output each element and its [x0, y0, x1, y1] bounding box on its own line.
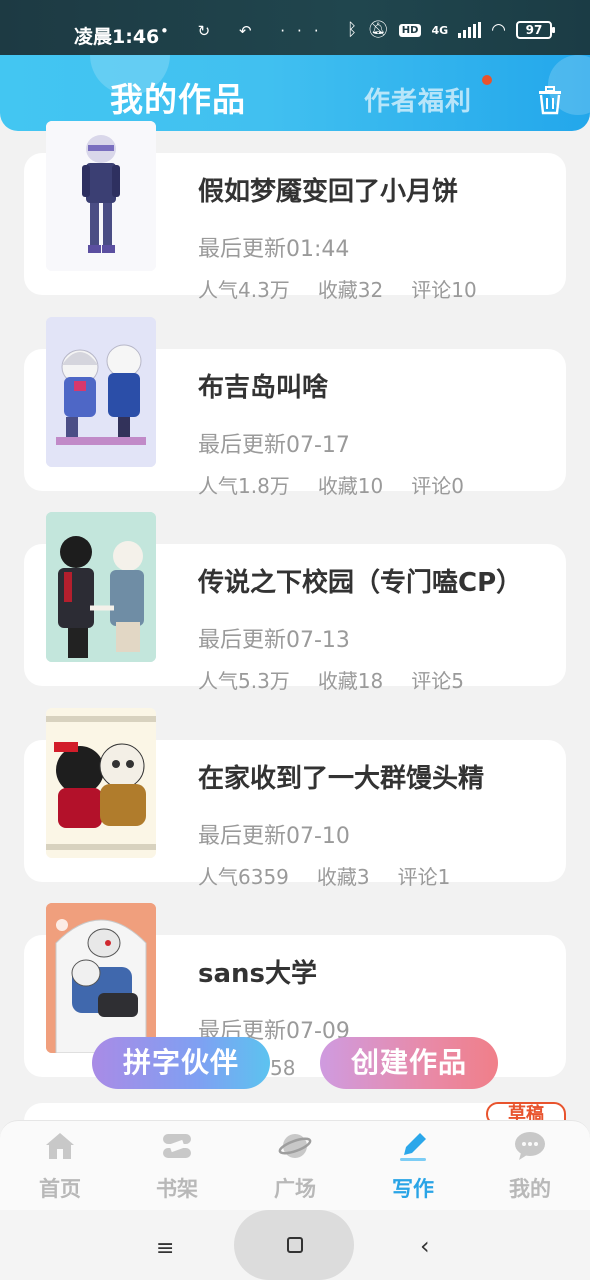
notification-dot	[482, 75, 492, 85]
nav-home[interactable]: 首页	[20, 1129, 100, 1203]
nav-label: 首页	[39, 1177, 81, 1201]
nav-label: 写作	[392, 1177, 434, 1201]
system-nav-bar: ≡ ‹	[0, 1210, 590, 1280]
nav-label: 广场	[274, 1177, 316, 1201]
favorites-count: 收藏3	[316, 865, 370, 889]
work-updated: 最后更新01:44	[198, 237, 350, 262]
chat-bubble-icon	[515, 1132, 545, 1160]
work-title: 布吉岛叫啥	[198, 373, 329, 403]
hd-icon: HD	[398, 23, 422, 37]
work-cover-image	[46, 121, 156, 271]
home-button-icon[interactable]	[287, 1237, 303, 1253]
work-stats: 58	[270, 1056, 295, 1080]
nav-label: 书架	[156, 1177, 198, 1201]
work-title: 传说之下校园（专门嗑CP）	[198, 568, 523, 598]
work-updated: 最后更新07-17	[198, 433, 350, 458]
create-work-button[interactable]: 创建作品	[320, 1037, 498, 1089]
work-title: 在家收到了一大群馒头精	[198, 764, 485, 794]
work-updated: 最后更新07-13	[198, 628, 350, 653]
menu-icon[interactable]: ≡	[156, 1236, 174, 1261]
bluetooth-icon: ᛒ	[347, 20, 358, 40]
popularity-count: 人气5.3万	[198, 669, 290, 693]
author-perks-tab[interactable]: 作者福利	[364, 81, 472, 118]
notification-icons: • ↻ ↶ ···	[160, 22, 331, 40]
work-cover-image	[46, 903, 156, 1053]
comments-count: 评论10	[411, 278, 477, 302]
pen-icon	[400, 1133, 426, 1161]
work-cover-image	[46, 317, 156, 467]
nav-write[interactable]: 写作	[373, 1129, 453, 1203]
work-stats: 人气6359 收藏3 评论1	[198, 861, 450, 890]
bookshelf-icon	[163, 1134, 191, 1158]
nav-square[interactable]: 广场	[255, 1129, 335, 1203]
system-icons: ᛒ 🔕︎ HD 4G ◠ 97	[347, 20, 555, 40]
status-time: 凌晨1:46	[74, 26, 160, 48]
work-stats: 人气4.3万 收藏32 评论10	[198, 274, 477, 303]
popularity-count: 人气4.3万	[198, 278, 290, 302]
work-stats: 人气1.8万 收藏10 评论0	[198, 470, 464, 499]
work-title: 假如梦魇变回了小月饼	[198, 177, 459, 207]
wifi-icon: ◠	[491, 20, 506, 40]
comments-count: 评论0	[411, 474, 464, 498]
bottom-nav: 首页 书架 广场 写作 我的	[0, 1120, 590, 1210]
battery-icon: 97	[516, 21, 555, 39]
favorites-count: 收藏18	[317, 669, 384, 693]
app-header: 我的作品 作者福利	[0, 55, 590, 131]
favorites-count: 收藏10	[317, 474, 384, 498]
signal-icon	[458, 22, 482, 38]
network-label: 4G	[431, 23, 449, 37]
nav-label: 我的	[509, 1177, 551, 1201]
popularity-count: 人气6359	[198, 865, 289, 889]
work-cover-image	[46, 512, 156, 662]
work-title: sans大学	[198, 959, 318, 989]
planet-icon	[278, 1134, 312, 1158]
comments-count: 评论5	[411, 669, 464, 693]
back-icon[interactable]: ‹	[420, 1232, 430, 1260]
work-cover-image	[46, 708, 156, 858]
comments-count: 评论1	[397, 865, 451, 889]
favorites-count: 收藏32	[317, 278, 384, 302]
work-stats: 人气5.3万 收藏18 评论5	[198, 665, 464, 694]
nav-mine[interactable]: 我的	[490, 1129, 570, 1203]
page-title: 我的作品	[110, 80, 246, 119]
trash-icon[interactable]	[536, 85, 564, 115]
nav-bookshelf[interactable]: 书架	[137, 1129, 217, 1203]
mute-bell-icon: 🔕︎	[367, 20, 389, 40]
popularity-count: 58	[270, 1056, 296, 1080]
home-icon	[46, 1133, 74, 1159]
work-updated: 最后更新07-10	[198, 824, 350, 849]
popularity-count: 人气1.8万	[198, 474, 290, 498]
writing-partner-button[interactable]: 拼字伙伴	[92, 1037, 270, 1089]
